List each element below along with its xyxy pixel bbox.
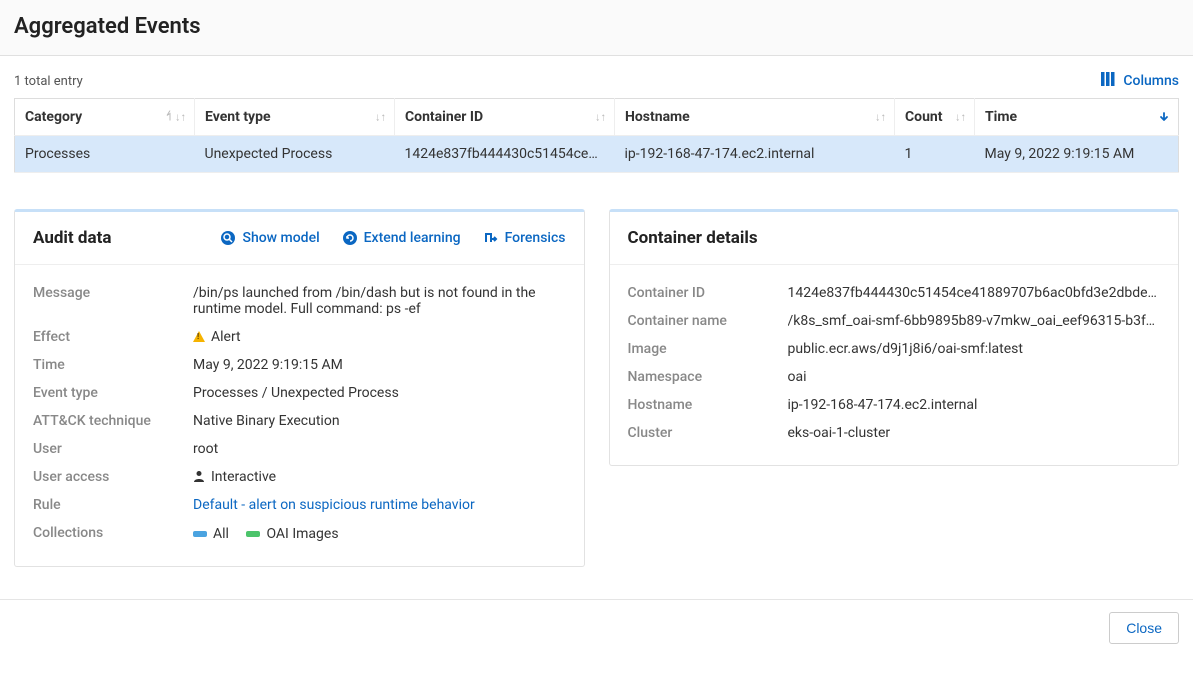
- image-value: public.ecr.aws/d9j1j8i6/oai-smf:latest: [788, 341, 1161, 357]
- extend-learning-button[interactable]: Extend learning: [342, 230, 461, 246]
- cell-time: May 9, 2022 9:19:15 AM: [975, 136, 1179, 173]
- col-time[interactable]: Time: [975, 99, 1179, 136]
- col-category[interactable]: Category ↓↑: [15, 99, 195, 136]
- columns-icon: [1101, 72, 1117, 90]
- user-access-label: User access: [33, 469, 183, 485]
- col-event-type[interactable]: Event type ↓↑: [195, 99, 395, 136]
- cell-hostname: ip-192-168-47-174.ec2.internal: [615, 136, 895, 173]
- page-title: Aggregated Events: [14, 14, 1179, 39]
- collections-value: All OAI Images: [193, 525, 566, 542]
- user-label: User: [33, 441, 183, 457]
- sort-icon: ↓↑: [875, 111, 886, 124]
- image-label: Image: [628, 341, 778, 357]
- cell-category: Processes: [15, 136, 195, 173]
- attack-value: Native Binary Execution: [193, 413, 566, 429]
- total-entries-text: 1 total entry: [14, 74, 83, 89]
- user-value: root: [193, 441, 566, 457]
- show-model-button[interactable]: Show model: [220, 230, 319, 246]
- container-name-label: Container name: [628, 313, 778, 329]
- search-circle-icon: [220, 230, 236, 246]
- cluster-value: eks-oai-1-cluster: [788, 425, 1161, 441]
- container-title: Container details: [628, 228, 758, 248]
- namespace-label: Namespace: [628, 369, 778, 385]
- event-type-value: Processes / Unexpected Process: [193, 385, 566, 401]
- events-table: Category ↓↑ Event type ↓↑ Container ID ↓…: [14, 98, 1179, 173]
- namespace-value: oai: [788, 369, 1161, 385]
- sort-icon: ↓↑: [375, 111, 386, 124]
- cell-event-type: Unexpected Process: [195, 136, 395, 173]
- container-id-value: 1424e837fb444430c51454ce41889707b6ac0bfd…: [788, 285, 1161, 301]
- container-name-value: /k8s_smf_oai-smf-6bb9895b89-v7mkw_oai_ee…: [788, 313, 1161, 329]
- person-icon: [193, 470, 205, 482]
- swatch-icon: [246, 531, 260, 537]
- effect-value: Alert: [193, 329, 566, 345]
- close-button[interactable]: Close: [1109, 612, 1179, 644]
- cell-count: 1: [895, 136, 975, 173]
- refresh-circle-icon: [342, 230, 358, 246]
- audit-panel: Audit data Show model Extend learning: [14, 209, 585, 567]
- collections-label: Collections: [33, 525, 183, 541]
- sort-icon: ↓↑: [955, 111, 966, 124]
- col-container-id[interactable]: Container ID ↓↑: [395, 99, 615, 136]
- forensics-icon: [483, 230, 499, 246]
- columns-button[interactable]: Columns: [1101, 72, 1179, 90]
- cluster-label: Cluster: [628, 425, 778, 441]
- cell-container-id: 1424e837fb444430c51454ce…: [395, 136, 615, 173]
- swatch-icon: [193, 531, 207, 537]
- sort-icon: ↓↑: [595, 111, 606, 124]
- time-label: Time: [33, 357, 183, 373]
- forensics-button[interactable]: Forensics: [483, 230, 566, 246]
- table-row[interactable]: Processes Unexpected Process 1424e837fb4…: [15, 136, 1179, 173]
- rule-label: Rule: [33, 497, 183, 513]
- rule-link[interactable]: Default - alert on suspicious runtime be…: [193, 497, 566, 513]
- container-panel: Container details Container ID 1424e837f…: [609, 209, 1180, 466]
- effect-label: Effect: [33, 329, 183, 345]
- time-value: May 9, 2022 9:19:15 AM: [193, 357, 566, 373]
- event-type-label: Event type: [33, 385, 183, 401]
- user-access-value: Interactive: [193, 469, 566, 485]
- attack-label: ATT&CK technique: [33, 413, 183, 429]
- sort-down-active-icon: [1158, 111, 1170, 123]
- hostname-value: ip-192-168-47-174.ec2.internal: [788, 397, 1161, 413]
- sort-icon: ↓↑: [165, 111, 186, 124]
- message-label: Message: [33, 285, 183, 301]
- container-id-label: Container ID: [628, 285, 778, 301]
- col-count[interactable]: Count ↓↑: [895, 99, 975, 136]
- collection-chip-oai: OAI Images: [246, 526, 338, 542]
- message-value: /bin/ps launched from /bin/dash but is n…: [193, 285, 566, 317]
- warning-icon: [193, 331, 205, 342]
- columns-label: Columns: [1123, 73, 1179, 89]
- audit-title: Audit data: [33, 228, 111, 248]
- collection-chip-all: All: [193, 526, 229, 542]
- col-hostname[interactable]: Hostname ↓↑: [615, 99, 895, 136]
- hostname-label: Hostname: [628, 397, 778, 413]
